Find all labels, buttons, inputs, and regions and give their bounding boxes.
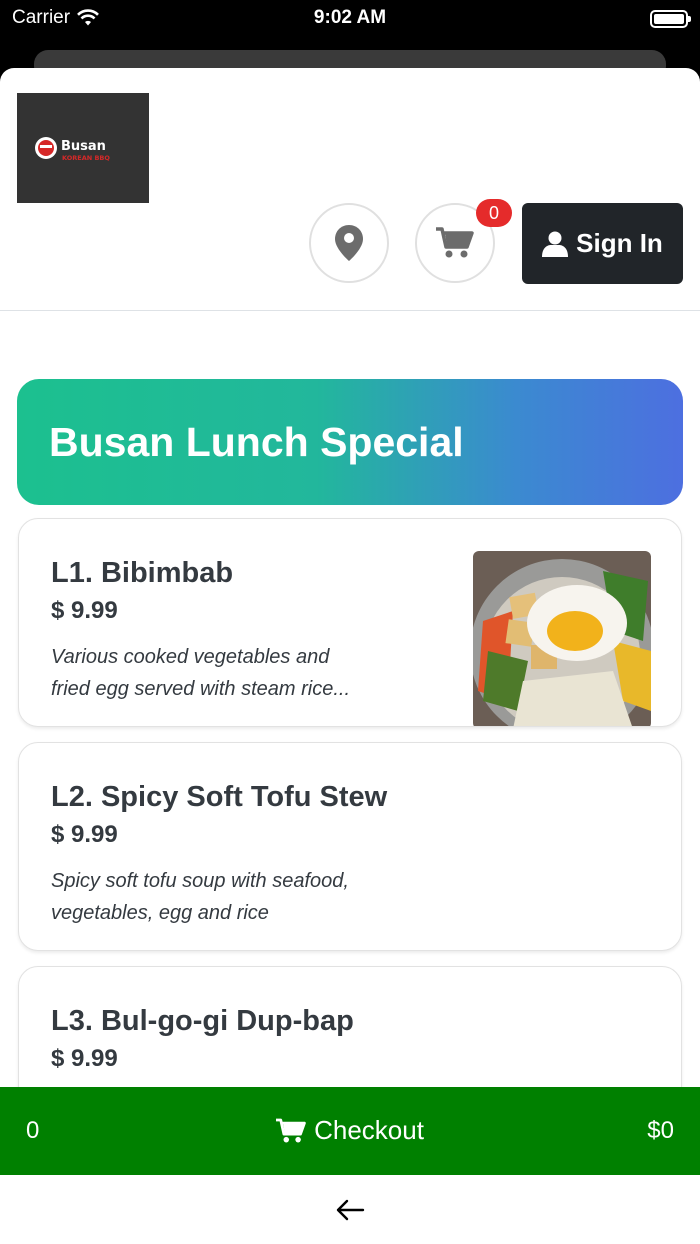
checkout-total: $0 — [647, 1117, 674, 1144]
header: Busan KOREAN BBQ 0 Sign In — [0, 68, 700, 311]
back-arrow-icon[interactable] — [335, 1199, 365, 1221]
item-description: Various cooked vegetables and fried egg … — [51, 641, 431, 705]
bottom-nav — [0, 1175, 700, 1244]
item-description-line: Various cooked vegetables and — [51, 646, 330, 668]
menu-item-card[interactable]: L1. Bibimbab $ 9.99 Various cooked veget… — [18, 518, 682, 727]
shopping-cart-icon — [436, 227, 474, 258]
checkout-bar[interactable]: 0 Checkout $0 — [0, 1087, 700, 1175]
user-icon — [542, 231, 569, 257]
item-description: Spicy soft tofu soup with seafood, veget… — [51, 865, 431, 929]
cart-icon — [276, 1118, 306, 1142]
item-price: $ 9.99 — [51, 597, 118, 624]
battery-icon — [650, 10, 691, 28]
status-bar: Carrier 9:02 AM — [0, 0, 700, 40]
item-description-line: vegetables, egg and rice — [51, 902, 269, 924]
cart-count-badge: 0 — [476, 199, 512, 227]
sign-in-button[interactable]: Sign In — [522, 203, 683, 284]
checkout-button[interactable]: Checkout — [0, 1115, 700, 1146]
restaurant-logo[interactable]: Busan KOREAN BBQ — [17, 93, 149, 203]
item-price: $ 9.99 — [51, 1045, 118, 1072]
item-description-line: Spicy soft tofu soup with seafood, — [51, 870, 349, 892]
item-name: L1. Bibimbab — [51, 557, 234, 589]
menu-sheet: Busan KOREAN BBQ 0 Sign In Busan Lunch S… — [0, 68, 700, 1244]
item-price: $ 9.99 — [51, 821, 118, 848]
category-banner: Busan Lunch Special — [17, 379, 683, 505]
checkout-label: Checkout — [314, 1115, 424, 1145]
menu-item-card[interactable]: L2. Spicy Soft Tofu Stew $ 9.99 Spicy so… — [18, 742, 682, 951]
clock: 9:02 AM — [313, 7, 387, 28]
item-description-line: fried egg served with steam rice... — [51, 678, 351, 700]
svg-text:Busan: Busan — [61, 139, 106, 154]
svg-text:KOREAN BBQ: KOREAN BBQ — [62, 154, 110, 162]
item-name: L2. Spicy Soft Tofu Stew — [51, 781, 388, 813]
item-name: L3. Bul-go-gi Dup-bap — [51, 1005, 354, 1037]
location-button[interactable] — [309, 203, 389, 283]
busan-logo-icon: Busan KOREAN BBQ — [35, 137, 110, 162]
sign-in-label: Sign In — [576, 228, 663, 258]
bibimbab-photo — [473, 551, 651, 726]
map-marker-icon — [335, 225, 363, 261]
